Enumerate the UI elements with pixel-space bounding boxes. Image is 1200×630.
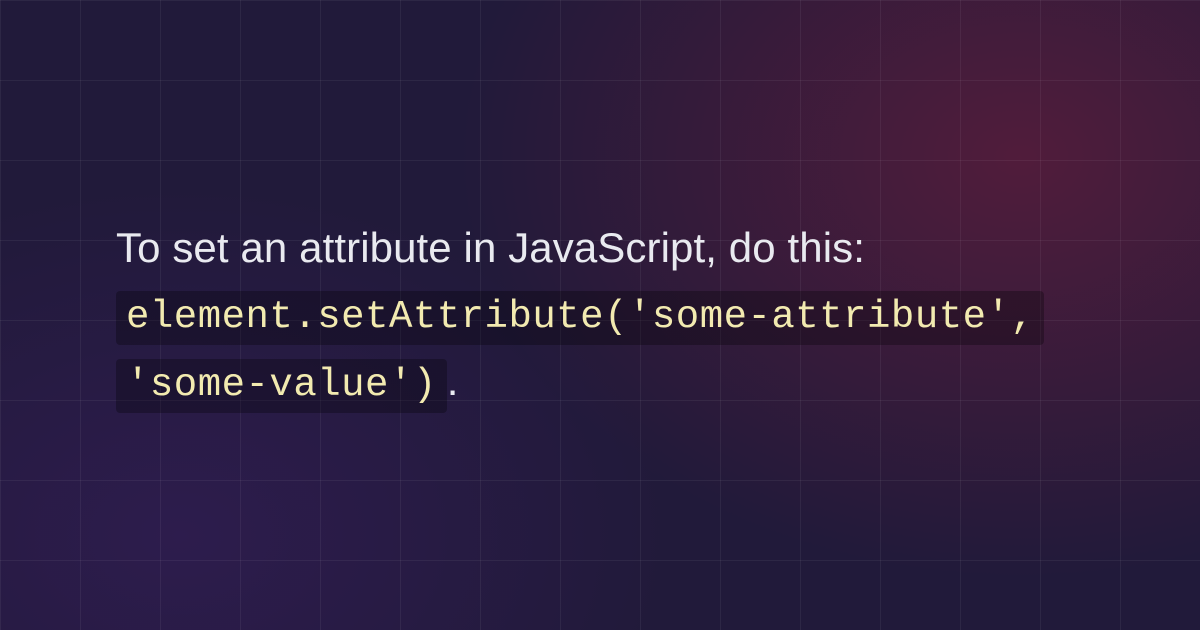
instruction-paragraph: To set an attribute in JavaScript, do th… — [116, 215, 1084, 415]
lead-text: To set an attribute in JavaScript, do th… — [116, 224, 865, 271]
content-block: To set an attribute in JavaScript, do th… — [116, 215, 1084, 415]
trailing-period: . — [447, 357, 459, 404]
code-snippet: element.setAttribute('some-attribute', '… — [116, 291, 1044, 412]
